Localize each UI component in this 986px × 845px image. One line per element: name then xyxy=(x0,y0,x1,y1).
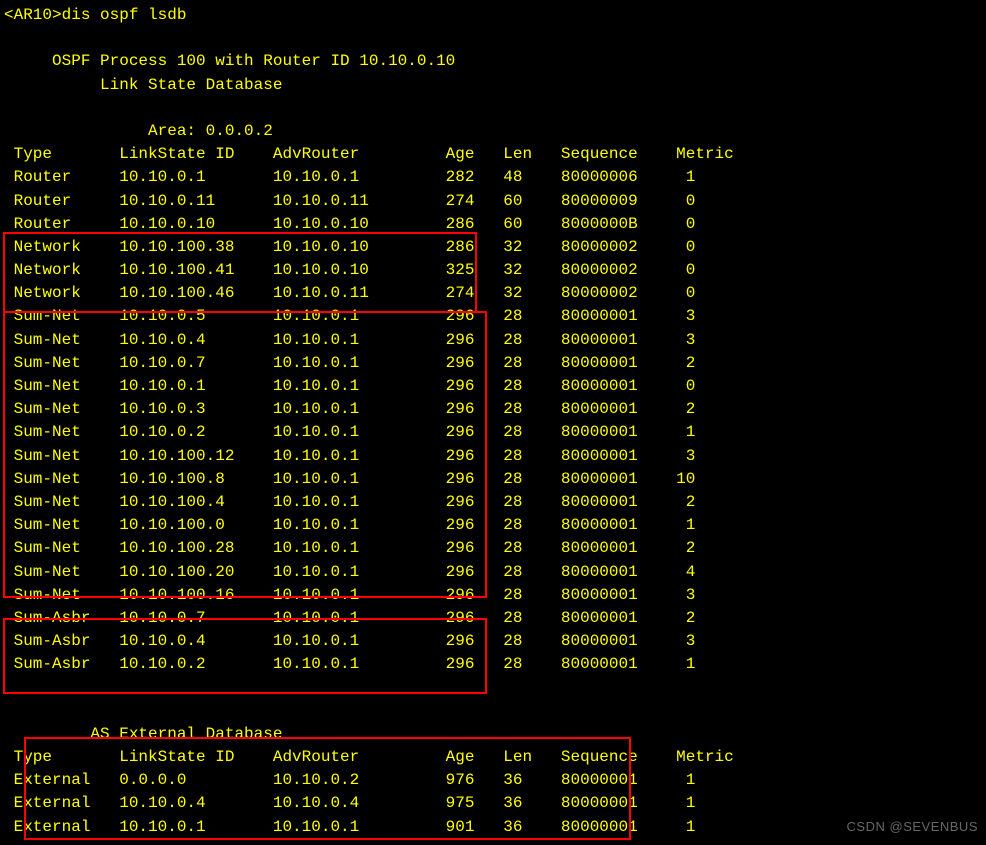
terminal-line: Sum-Net 10.10.100.4 10.10.0.1 296 28 800… xyxy=(4,491,982,514)
terminal-line xyxy=(4,700,982,723)
terminal-line: Sum-Net 10.10.0.2 10.10.0.1 296 28 80000… xyxy=(4,421,982,444)
terminal-line: Type LinkState ID AdvRouter Age Len Sequ… xyxy=(4,746,982,769)
terminal-line: Sum-Net 10.10.100.16 10.10.0.1 296 28 80… xyxy=(4,584,982,607)
terminal-line: OSPF Process 100 with Router ID 10.10.0.… xyxy=(4,50,982,73)
terminal-line: Sum-Asbr 10.10.0.7 10.10.0.1 296 28 8000… xyxy=(4,607,982,630)
terminal-line: Sum-Net 10.10.100.20 10.10.0.1 296 28 80… xyxy=(4,561,982,584)
terminal-line: Link State Database xyxy=(4,74,982,97)
terminal-line: Network 10.10.100.38 10.10.0.10 286 32 8… xyxy=(4,236,982,259)
terminal-line: AS External Database xyxy=(4,723,982,746)
terminal-line: Network 10.10.100.41 10.10.0.10 325 32 8… xyxy=(4,259,982,282)
terminal-line: Sum-Net 10.10.100.12 10.10.0.1 296 28 80… xyxy=(4,445,982,468)
terminal-line: Network 10.10.100.46 10.10.0.11 274 32 8… xyxy=(4,282,982,305)
terminal-line: <AR10>dis ospf lsdb xyxy=(4,4,982,27)
terminal-line: Sum-Net 10.10.0.1 10.10.0.1 296 28 80000… xyxy=(4,375,982,398)
terminal-line: Sum-Asbr 10.10.0.2 10.10.0.1 296 28 8000… xyxy=(4,653,982,676)
terminal-line: Sum-Net 10.10.0.3 10.10.0.1 296 28 80000… xyxy=(4,398,982,421)
terminal-line: Type LinkState ID AdvRouter Age Len Sequ… xyxy=(4,143,982,166)
terminal-line: Router 10.10.0.11 10.10.0.11 274 60 8000… xyxy=(4,190,982,213)
terminal-line: Sum-Net 10.10.0.7 10.10.0.1 296 28 80000… xyxy=(4,352,982,375)
terminal-line: External 10.10.0.1 10.10.0.1 901 36 8000… xyxy=(4,816,982,839)
terminal-line: Router 10.10.0.1 10.10.0.1 282 48 800000… xyxy=(4,166,982,189)
terminal-line: Sum-Net 10.10.100.8 10.10.0.1 296 28 800… xyxy=(4,468,982,491)
terminal-line: Sum-Net 10.10.0.5 10.10.0.1 296 28 80000… xyxy=(4,305,982,328)
terminal-line: Sum-Net 10.10.100.28 10.10.0.1 296 28 80… xyxy=(4,537,982,560)
terminal-line: External 10.10.0.4 10.10.0.4 975 36 8000… xyxy=(4,792,982,815)
terminal-line xyxy=(4,97,982,120)
terminal-line: Area: 0.0.0.2 xyxy=(4,120,982,143)
watermark: CSDN @SEVENBUS xyxy=(847,818,978,837)
terminal-line: External 0.0.0.0 10.10.0.2 976 36 800000… xyxy=(4,769,982,792)
terminal-line: Sum-Asbr 10.10.0.4 10.10.0.1 296 28 8000… xyxy=(4,630,982,653)
terminal-line xyxy=(4,676,982,699)
terminal-output: <AR10>dis ospf lsdb OSPF Process 100 wit… xyxy=(4,4,982,839)
terminal-line: Sum-Net 10.10.100.0 10.10.0.1 296 28 800… xyxy=(4,514,982,537)
terminal-line: Router 10.10.0.10 10.10.0.10 286 60 8000… xyxy=(4,213,982,236)
terminal-line: Sum-Net 10.10.0.4 10.10.0.1 296 28 80000… xyxy=(4,329,982,352)
terminal-line xyxy=(4,27,982,50)
